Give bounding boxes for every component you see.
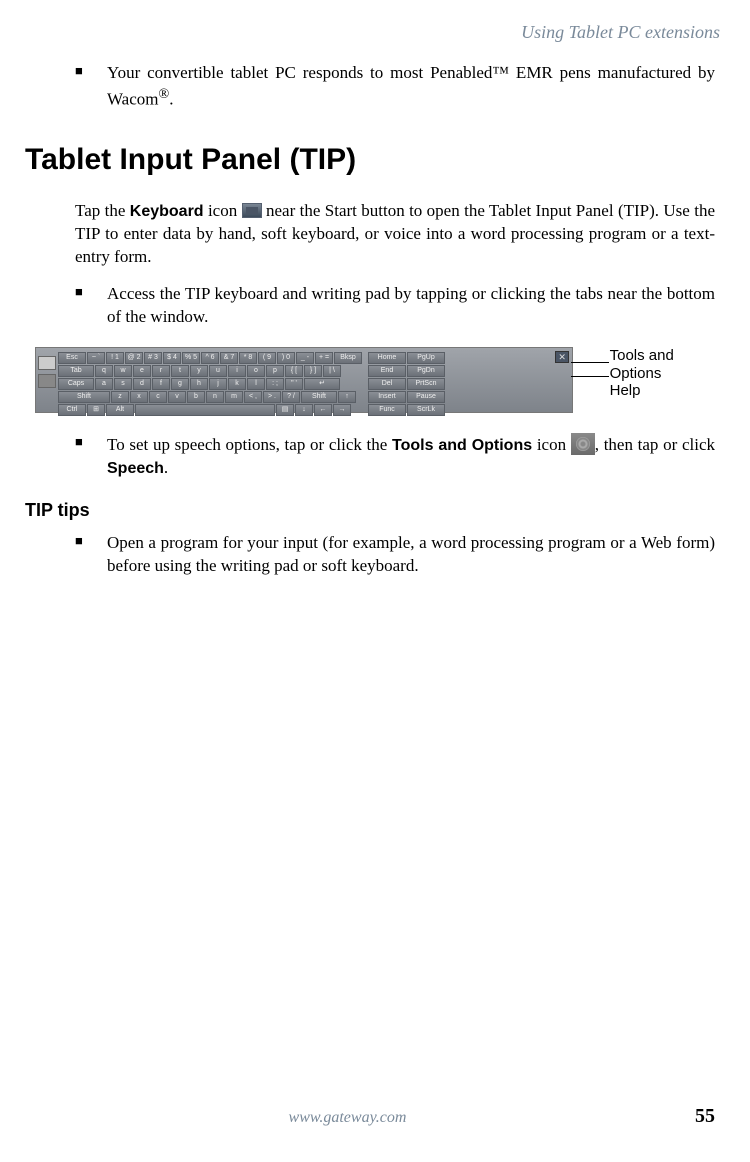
bullet-marker: ■ <box>75 62 107 112</box>
callout-help: Help <box>610 382 725 400</box>
intro-bullet-text: Your convertible tablet PC responds to m… <box>107 62 715 112</box>
label-speech: Speech <box>107 460 164 477</box>
intro-bullet: ■ Your convertible tablet PC responds to… <box>75 62 725 112</box>
bs-post2: . <box>164 458 168 477</box>
tip-keyboard-figure: ✕ Esc~ `! 1@ 2# 3$ 4% 5^ 6& 7* 8( 9) 0_ … <box>35 347 725 413</box>
callout-labels: Tools and Options Help <box>610 347 725 400</box>
bullet-speech-text: To set up speech options, tap or click t… <box>107 433 715 480</box>
footer-url: www.gateway.com <box>0 1107 695 1129</box>
bullet-marker: ■ <box>75 283 107 329</box>
bs-pre: To set up speech options, tap or click t… <box>107 435 392 454</box>
para-tip-intro: Tap the Keyboard icon near the Start but… <box>75 200 715 269</box>
callout-tools: Tools and Options <box>610 347 725 383</box>
bullet-access-text: Access the TIP keyboard and writing pad … <box>107 283 715 329</box>
bullet-speech: ■ To set up speech options, tap or click… <box>75 433 725 480</box>
tip-keyboard-panel: ✕ Esc~ `! 1@ 2# 3$ 4% 5^ 6& 7* 8( 9) 0_ … <box>35 347 573 413</box>
tip-keys: Esc~ `! 1@ 2# 3$ 4% 5^ 6& 7* 8( 9) 0_ -+… <box>58 352 568 408</box>
bs-mid: icon <box>532 435 571 454</box>
bullet-marker: ■ <box>75 532 107 578</box>
tip-side-tabs <box>38 356 56 392</box>
bullet-tip-text: Open a program for your input (for examp… <box>107 532 715 578</box>
intro-text-pre: Your convertible tablet PC responds to m… <box>107 63 715 109</box>
bullet-tip: ■ Open a program for your input (for exa… <box>75 532 725 578</box>
intro-text-post: . <box>169 90 173 109</box>
p1-pre: Tap the <box>75 201 130 220</box>
page-footer: www.gateway.com 55 <box>0 1103 750 1130</box>
keyboard-icon <box>242 203 262 218</box>
heading-tip: Tablet Input Panel (TIP) <box>25 140 725 181</box>
running-header: Using Tablet PC extensions <box>25 20 725 44</box>
bs-post1: , then tap or click <box>595 435 715 454</box>
subheading-tip-tips: TIP tips <box>25 498 725 522</box>
label-tools-options: Tools and Options <box>392 437 532 454</box>
p1-mid: icon <box>204 201 242 220</box>
gear-icon <box>571 433 595 455</box>
page-number: 55 <box>695 1103 715 1130</box>
bullet-marker: ■ <box>75 433 107 480</box>
bullet-access: ■ Access the TIP keyboard and writing pa… <box>75 283 725 329</box>
label-keyboard: Keyboard <box>130 203 204 220</box>
